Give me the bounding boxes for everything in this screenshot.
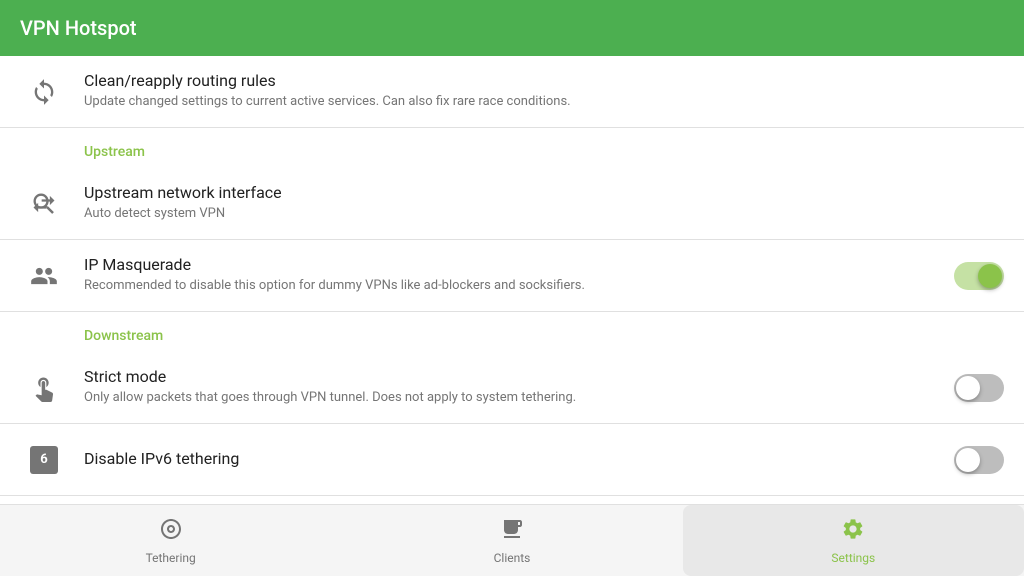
disable-ipv6-icon: 6: [20, 446, 68, 474]
strict-mode-toggle[interactable]: [954, 374, 1004, 402]
disable-ipv6-text: Disable IPv6 tethering: [68, 449, 954, 471]
strict-mode-item[interactable]: Strict mode Only allow packets that goes…: [0, 352, 1024, 424]
ip-masquerade-title: IP Masquerade: [84, 255, 938, 274]
clients-label: Clients: [494, 551, 531, 565]
content-area: Clean/reapply routing rules Update chang…: [0, 56, 1024, 504]
nav-settings[interactable]: Settings: [683, 505, 1024, 576]
strict-mode-icon: [20, 374, 68, 402]
network-interface-icon: [20, 190, 68, 218]
clean-reapply-title: Clean/reapply routing rules: [84, 71, 988, 90]
ip-masquerade-switch[interactable]: [954, 262, 1004, 290]
ip-masquerade-item[interactable]: IP Masquerade Recommended to disable thi…: [0, 240, 1024, 312]
downstream-section-header: Downstream: [0, 312, 1024, 352]
strict-mode-switch[interactable]: [954, 374, 1004, 402]
clean-reapply-subtitle: Update changed settings to current activ…: [84, 93, 988, 111]
ip-masquerade-toggle[interactable]: [954, 262, 1004, 290]
ip-masquerade-text: IP Masquerade Recommended to disable thi…: [68, 255, 954, 295]
disable-ipv6-toggle[interactable]: [954, 446, 1004, 474]
app-header: VPN Hotspot: [0, 0, 1024, 56]
upstream-section-header: Upstream: [0, 128, 1024, 168]
clean-reapply-item[interactable]: Clean/reapply routing rules Update chang…: [0, 56, 1024, 128]
ip-masquerade-subtitle: Recommended to disable this option for d…: [84, 277, 938, 295]
strict-mode-text: Strict mode Only allow packets that goes…: [68, 367, 954, 407]
nav-clients[interactable]: Clients: [341, 505, 682, 576]
upstream-network-item[interactable]: Upstream network interface Auto detect s…: [0, 168, 1024, 240]
bottom-nav: Tethering Clients Settings: [0, 504, 1024, 576]
app-title: VPN Hotspot: [20, 16, 137, 40]
settings-icon: [841, 517, 865, 547]
upstream-network-text: Upstream network interface Auto detect s…: [68, 183, 1004, 223]
nav-tethering[interactable]: Tethering: [0, 505, 341, 576]
ip-masquerade-icon: [20, 262, 68, 290]
disable-ipv6-item[interactable]: 6 Disable IPv6 tethering: [0, 424, 1024, 496]
upstream-network-subtitle: Auto detect system VPN: [84, 205, 988, 223]
upstream-network-title: Upstream network interface: [84, 183, 988, 202]
tethering-icon: [159, 517, 183, 547]
strict-mode-title: Strict mode: [84, 367, 938, 386]
strict-mode-subtitle: Only allow packets that goes through VPN…: [84, 389, 938, 407]
tethering-label: Tethering: [146, 551, 196, 565]
clean-reapply-text: Clean/reapply routing rules Update chang…: [68, 71, 1004, 111]
disable-ipv6-title: Disable IPv6 tethering: [84, 449, 938, 468]
clients-icon: [500, 517, 524, 547]
disable-ipv6-switch[interactable]: [954, 446, 1004, 474]
refresh-icon: [20, 78, 68, 106]
settings-label: Settings: [831, 551, 875, 565]
